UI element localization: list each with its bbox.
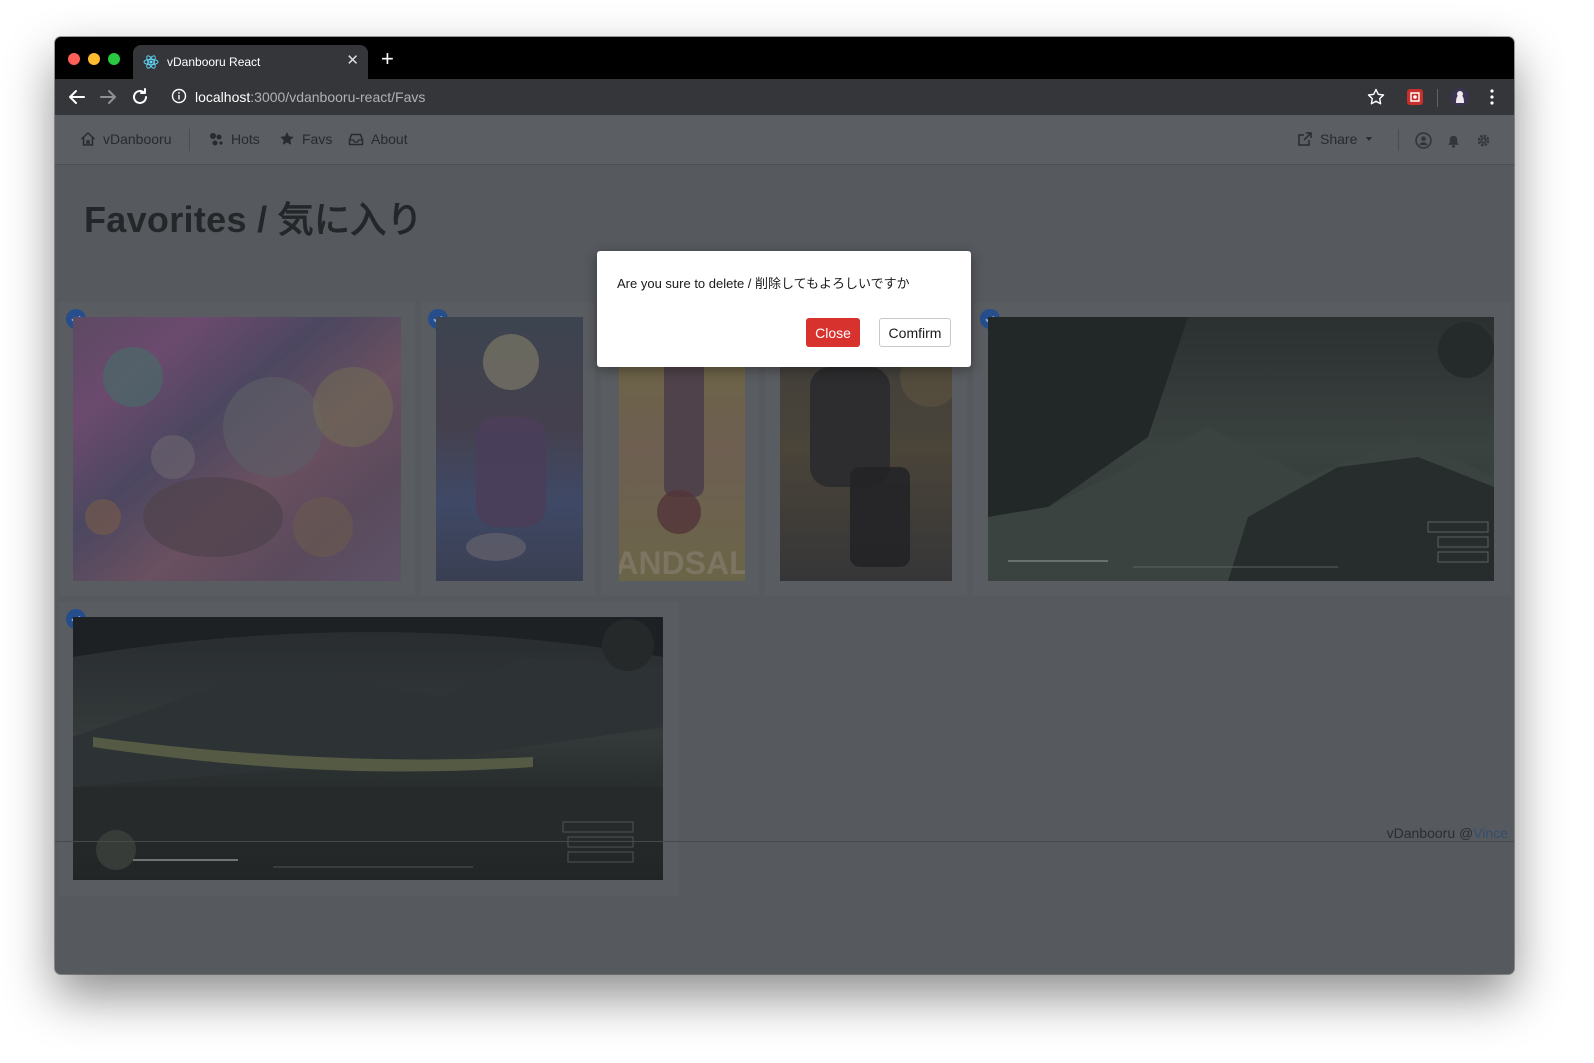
- toolbar-separator: [1437, 89, 1438, 107]
- info-icon[interactable]: [171, 88, 187, 104]
- back-icon[interactable]: [66, 86, 88, 108]
- nav-item-hots[interactable]: Hots: [208, 131, 260, 147]
- gallery-card[interactable]: [421, 302, 595, 596]
- url-host: localhost: [195, 89, 251, 105]
- thumbnail-halloween-party[interactable]: [73, 317, 401, 581]
- browser-toolbar: localhost:3000/vdanbooru-react/Favs: [55, 79, 1514, 115]
- share-dropdown[interactable]: Share: [1297, 131, 1374, 147]
- footer-text: vDanbooru @Vince: [1387, 825, 1508, 841]
- nav-brand[interactable]: vDanbooru: [80, 131, 172, 147]
- footer-author-link[interactable]: Vince: [1473, 825, 1508, 841]
- nav-brand-label: vDanbooru: [103, 131, 172, 147]
- react-icon: [143, 55, 159, 69]
- home-icon: [80, 132, 96, 146]
- extension-icon[interactable]: [1405, 87, 1425, 107]
- footer-credit: vDanbooru @: [1386, 825, 1474, 841]
- profile-avatar-icon[interactable]: [1450, 87, 1470, 107]
- nav-item-about-label: About: [371, 131, 408, 147]
- thumbnail-yukata-fireworks[interactable]: [436, 317, 583, 581]
- dialog-message: Are you sure to delete / 削除してもよろしいですか: [617, 276, 910, 291]
- tab-title: vDanbooru React: [167, 55, 261, 69]
- zoom-window-button[interactable]: [108, 53, 120, 65]
- star-icon: [280, 132, 294, 145]
- minimize-window-button[interactable]: [88, 53, 100, 65]
- nav-item-favs[interactable]: Favs: [279, 131, 332, 147]
- gallery-card[interactable]: [59, 602, 679, 896]
- reload-icon[interactable]: [129, 86, 151, 108]
- forward-icon[interactable]: [97, 86, 119, 108]
- page-content: vDanbooru Hots Favs About Share Favorite…: [55, 115, 1514, 974]
- thumbnail-rocky-plateau[interactable]: [988, 317, 1494, 581]
- nav-divider: [189, 129, 190, 151]
- close-window-button[interactable]: [68, 53, 80, 65]
- confirm-button[interactable]: Comfirm: [879, 318, 951, 347]
- nav-item-about[interactable]: About: [348, 131, 408, 147]
- new-tab-button[interactable]: +: [381, 48, 394, 70]
- tab-strip: vDanbooru React ✕ +: [55, 37, 1514, 79]
- browser-window: vDanbooru React ✕ + localhost:3000/vdanb…: [55, 37, 1514, 974]
- external-link-icon: [1298, 132, 1312, 146]
- nav-item-hots-label: Hots: [231, 131, 260, 147]
- thumbnail-caption: ANDSAL: [619, 545, 745, 581]
- user-circle-icon[interactable]: [1415, 132, 1432, 149]
- delete-confirm-dialog: Are you sure to delete / 削除してもよろしいですか Cl…: [597, 251, 971, 367]
- url-path: :3000/vdanbooru-react/Favs: [250, 89, 426, 105]
- close-button[interactable]: Close: [806, 318, 860, 347]
- address-bar[interactable]: localhost:3000/vdanbooru-react/Favs: [195, 89, 425, 105]
- app-navbar: vDanbooru Hots Favs About Share: [55, 115, 1514, 165]
- nav-item-favs-label: Favs: [302, 131, 333, 147]
- bell-icon[interactable]: [1445, 132, 1462, 149]
- caret-down-icon: [1366, 137, 1373, 141]
- nav-divider: [1398, 129, 1399, 151]
- page-footer: vDanbooru @Vince: [55, 818, 1514, 842]
- tab-close-icon[interactable]: ✕: [346, 53, 359, 69]
- more-menu-icon[interactable]: [1482, 87, 1502, 107]
- inbox-icon: [348, 133, 364, 146]
- page-title: Favorites / 気に入り: [84, 199, 423, 240]
- browser-tab[interactable]: vDanbooru React ✕: [133, 45, 368, 79]
- bookmark-star-icon[interactable]: [1366, 87, 1386, 107]
- gear-icon[interactable]: [1475, 132, 1492, 149]
- share-label: Share: [1320, 131, 1358, 147]
- hots-icon: [210, 133, 223, 146]
- gallery-card[interactable]: [59, 302, 415, 596]
- gallery-card[interactable]: [973, 302, 1511, 596]
